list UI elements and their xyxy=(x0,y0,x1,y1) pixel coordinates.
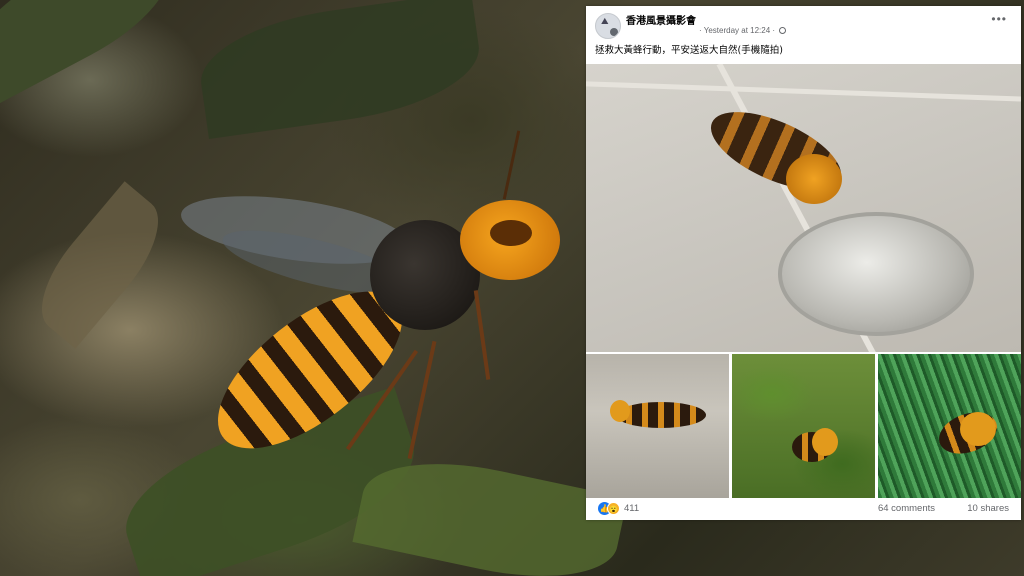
shares-count-link[interactable]: 10 shares xyxy=(967,503,1009,514)
reaction-count[interactable]: 411 xyxy=(624,503,639,514)
hornet-head xyxy=(960,412,996,446)
hornet-head xyxy=(610,400,630,422)
avatar-badge-icon xyxy=(610,28,618,36)
post-footer: 👍 😮 411 64 comments 10 shares xyxy=(586,500,1021,520)
meta-separator: · xyxy=(699,26,702,35)
page-name-link[interactable]: 香港風景攝影會 xyxy=(626,12,696,27)
reactions-summary[interactable]: 👍 😮 xyxy=(598,502,622,516)
photo-thumb-1[interactable] xyxy=(586,354,729,498)
post-caption: 拯救大黃蜂行動，平安送返大自然(手機隨拍) xyxy=(595,45,783,56)
hornet-eye xyxy=(490,220,532,246)
photo-main-hornet-on-coin[interactable] xyxy=(586,64,1021,352)
page-avatar[interactable]: ⛰ xyxy=(595,13,621,39)
globe-icon xyxy=(779,27,787,34)
post-timestamp-link[interactable]: Yesterday at 12:24 xyxy=(704,26,770,35)
leaf xyxy=(21,181,179,349)
hornet-antenna xyxy=(502,130,521,200)
comments-count-link[interactable]: 64 comments xyxy=(878,503,935,514)
tile-seam xyxy=(586,80,1021,103)
leaf xyxy=(0,0,189,107)
coin xyxy=(778,212,974,336)
leaf xyxy=(193,0,487,139)
hornet-body xyxy=(616,402,706,428)
photo-thumb-3[interactable] xyxy=(878,354,1021,498)
hornet-leg xyxy=(473,290,491,380)
avatar-mark-icon: ⛰ xyxy=(601,17,609,27)
post-meta: · Yesterday at 12:24 · xyxy=(699,26,787,35)
meta-separator: · xyxy=(772,26,776,35)
hornet-illustration xyxy=(176,120,580,500)
wow-reaction-icon: 😮 xyxy=(607,502,620,515)
facebook-post-card: ⛰ 香港風景攝影會 · Yesterday at 12:24 · ••• 拯救大… xyxy=(586,6,1021,520)
post-header: ⛰ 香港風景攝影會 · Yesterday at 12:24 · ••• xyxy=(586,6,1021,46)
hornet-head xyxy=(812,428,838,456)
photo-thumb-2[interactable] xyxy=(732,354,875,498)
hornet-head xyxy=(786,154,842,204)
more-options-button[interactable]: ••• xyxy=(991,12,1007,26)
